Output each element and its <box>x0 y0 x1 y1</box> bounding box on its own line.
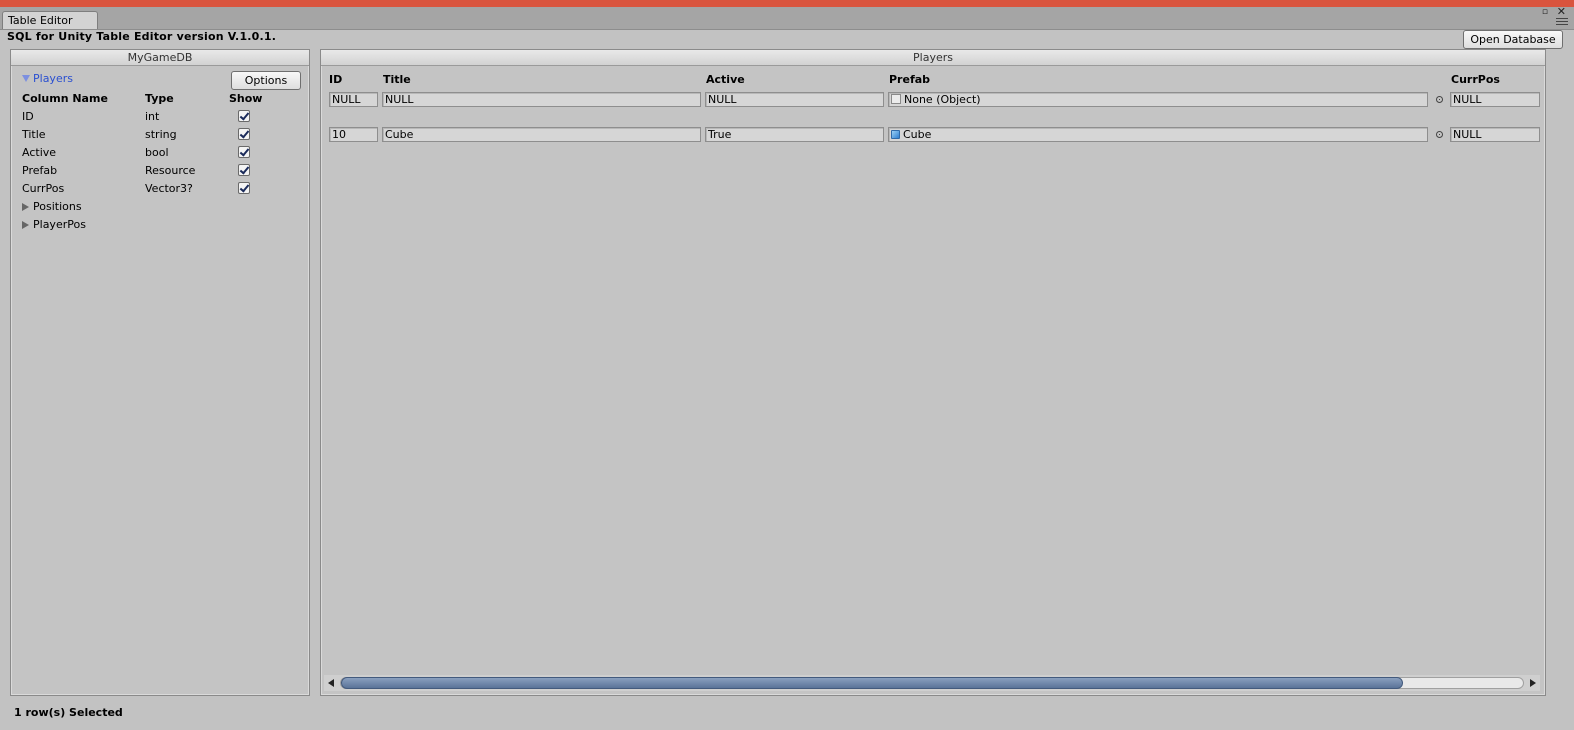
table-view-title: Players <box>321 50 1545 66</box>
header-id: ID <box>329 73 343 86</box>
cell-id[interactable]: NULL <box>329 92 378 107</box>
show-header: Show <box>229 92 263 105</box>
column-name-header: Column Name <box>22 92 108 105</box>
collapsed-triangle-icon <box>22 203 29 211</box>
database-name: MyGameDB <box>11 50 309 66</box>
tab-table-editor[interactable]: Table Editor <box>2 11 98 29</box>
table-players-label: Players <box>33 72 73 85</box>
cell-prefab-label: None (Object) <box>904 93 981 106</box>
column-row-type: Resource <box>145 164 196 177</box>
open-database-button[interactable]: Open Database <box>1463 30 1563 49</box>
table-playerpos[interactable]: PlayerPos <box>22 218 86 231</box>
cell-currpos[interactable]: NULL <box>1450 92 1540 107</box>
expanded-triangle-icon <box>22 75 30 82</box>
column-row-name: Prefab <box>22 164 58 177</box>
panel-menu-icon[interactable] <box>1556 18 1568 27</box>
scroll-left-icon[interactable] <box>328 679 334 687</box>
tab-strip: Table Editor <box>0 7 1574 30</box>
table-positions[interactable]: Positions <box>22 200 82 213</box>
cell-prefab[interactable]: None (Object) <box>888 92 1428 107</box>
table-positions-label: Positions <box>33 200 82 213</box>
status-text: 1 row(s) Selected <box>14 706 123 719</box>
column-row-type: int <box>145 110 160 123</box>
object-picker-icon[interactable] <box>1436 96 1443 103</box>
header-currpos: CurrPos <box>1451 73 1500 86</box>
horizontal-scrollbar[interactable] <box>324 675 1540 691</box>
column-row-name: CurrPos <box>22 182 65 195</box>
cube-icon <box>891 130 900 139</box>
column-row-name: ID <box>22 110 34 123</box>
header-active: Active <box>706 73 745 86</box>
cell-title[interactable]: NULL <box>382 92 701 107</box>
scroll-right-icon[interactable] <box>1530 679 1536 687</box>
collapsed-triangle-icon <box>22 221 29 229</box>
table-playerpos-label: PlayerPos <box>33 218 86 231</box>
object-picker-icon[interactable] <box>1436 131 1443 138</box>
column-row-type: string <box>145 128 177 141</box>
column-row-type: bool <box>145 146 169 159</box>
show-checkbox[interactable] <box>238 164 250 176</box>
table-players[interactable]: Players <box>22 72 73 85</box>
column-row-name: Active <box>22 146 57 159</box>
app-title: SQL for Unity Table Editor version V.1.0… <box>7 30 277 43</box>
scroll-thumb[interactable] <box>341 677 1403 689</box>
column-row-type: Vector3? <box>145 182 193 195</box>
maximize-icon[interactable]: ▫ <box>1542 8 1548 17</box>
cell-prefab[interactable]: Cube <box>888 127 1428 142</box>
table-view-panel: Players <box>320 49 1546 696</box>
cell-id[interactable]: 10 <box>329 127 378 142</box>
cell-active[interactable]: NULL <box>705 92 884 107</box>
window-top-bar <box>0 0 1574 7</box>
close-icon[interactable]: ✕ <box>1557 6 1566 17</box>
header-prefab: Prefab <box>889 73 931 86</box>
options-button[interactable]: Options <box>231 71 301 90</box>
cell-title[interactable]: Cube <box>382 127 701 142</box>
show-checkbox[interactable] <box>238 146 250 158</box>
type-header: Type <box>145 92 174 105</box>
header-title: Title <box>383 73 411 86</box>
empty-object-icon <box>891 94 901 104</box>
show-checkbox[interactable] <box>238 110 250 122</box>
cell-active[interactable]: True <box>705 127 884 142</box>
show-checkbox[interactable] <box>238 128 250 140</box>
show-checkbox[interactable] <box>238 182 250 194</box>
cell-prefab-label: Cube <box>903 128 932 141</box>
cell-currpos[interactable]: NULL <box>1450 127 1540 142</box>
column-row-name: Title <box>22 128 46 141</box>
